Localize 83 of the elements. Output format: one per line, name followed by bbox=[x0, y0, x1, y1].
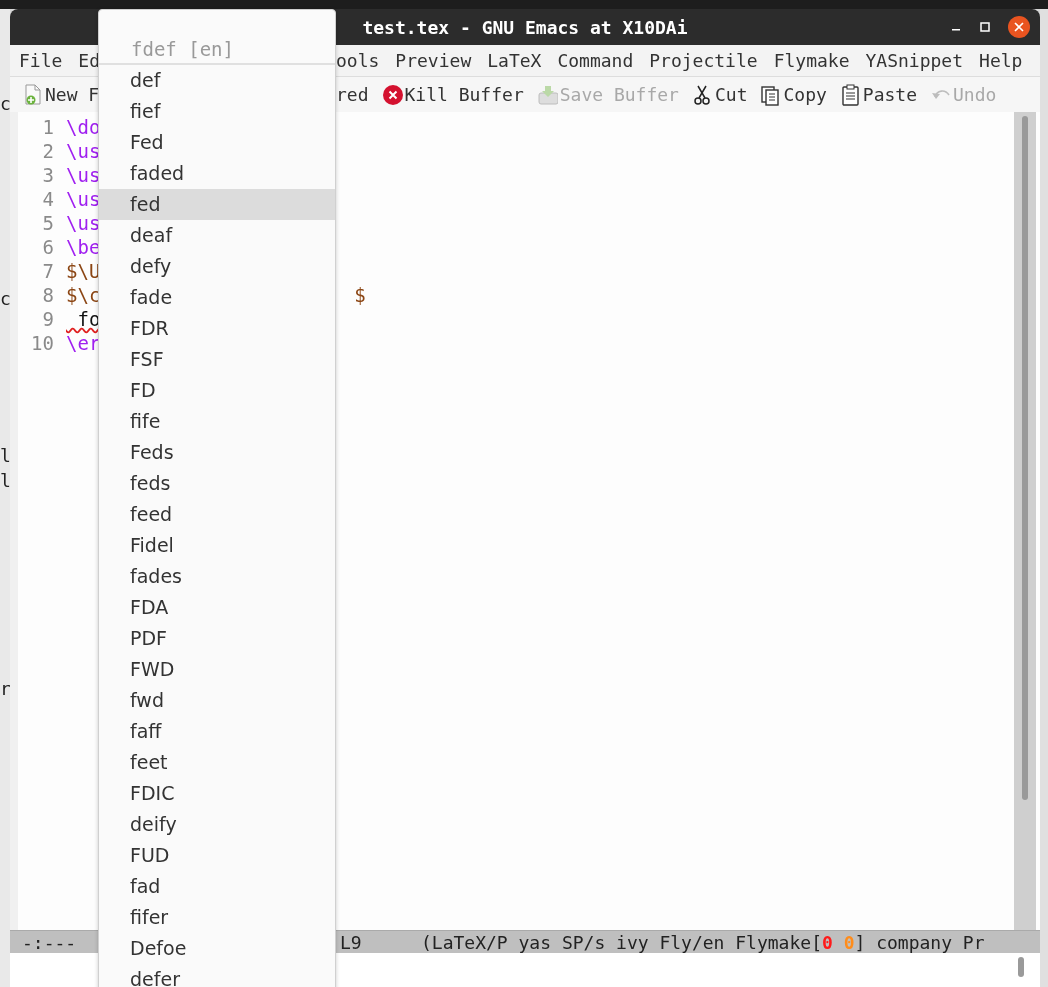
toolbar-button[interactable]: red bbox=[336, 84, 369, 105]
line-number: 8 bbox=[41, 283, 54, 307]
completion-item[interactable]: feed bbox=[99, 499, 335, 530]
close-icon[interactable] bbox=[1008, 16, 1030, 38]
completion-item[interactable]: faded bbox=[99, 158, 335, 189]
completion-item[interactable]: defer bbox=[99, 964, 335, 987]
line-number: 6 bbox=[41, 235, 54, 259]
completion-item[interactable]: Feds bbox=[99, 437, 335, 468]
completion-item[interactable]: FUD bbox=[99, 840, 335, 871]
line-number: 5 bbox=[41, 211, 54, 235]
line-position: L9 bbox=[340, 931, 363, 953]
completion-item[interactable]: FDA bbox=[99, 592, 335, 623]
menu-item[interactable]: ools bbox=[336, 50, 380, 71]
menu-item[interactable]: Flymake bbox=[773, 50, 850, 71]
completion-item[interactable]: fade bbox=[99, 282, 335, 313]
text-fragment: c bbox=[0, 93, 10, 115]
menu-item[interactable]: Command bbox=[557, 50, 634, 71]
code-text: \us bbox=[66, 211, 101, 235]
code-text: \us bbox=[66, 163, 101, 187]
completion-item[interactable]: def bbox=[99, 65, 335, 96]
completion-item[interactable]: Fidel bbox=[99, 530, 335, 561]
line-number: 2 bbox=[41, 139, 54, 163]
scissors-icon[interactable] bbox=[692, 83, 713, 106]
completion-item[interactable]: Defoe bbox=[99, 933, 335, 964]
code-text: $\c bbox=[66, 283, 101, 307]
completion-item[interactable]: defy bbox=[99, 251, 335, 282]
completion-item[interactable]: PDF bbox=[99, 623, 335, 654]
scrollbar[interactable] bbox=[1014, 112, 1036, 930]
line-number: 4 bbox=[41, 187, 54, 211]
menu-item[interactable]: Ed bbox=[78, 50, 101, 71]
completion-item[interactable]: fed bbox=[99, 189, 335, 220]
menu-item[interactable]: Projectile bbox=[649, 50, 758, 71]
completion-item[interactable]: FWD bbox=[99, 654, 335, 685]
menu-item[interactable]: YASnippet bbox=[865, 50, 964, 71]
line-number: 1 bbox=[41, 115, 54, 139]
maximize-icon[interactable] bbox=[979, 21, 991, 33]
completion-item[interactable]: feds bbox=[99, 468, 335, 499]
mode-list: (LaTeX/P yas SP/s ivy Fly/en Flymake[0 0] company Pr bbox=[421, 931, 985, 953]
scrollbar-thumb[interactable] bbox=[1018, 957, 1024, 977]
completion-item[interactable]: deaf bbox=[99, 220, 335, 251]
text-fragment: r bbox=[0, 678, 10, 700]
toolbar-button[interactable]: Paste bbox=[862, 84, 917, 105]
toolbar-button[interactable]: Kill Buffer bbox=[404, 84, 524, 105]
toolbar-button[interactable]: Copy bbox=[783, 84, 827, 105]
menu-item[interactable]: Help bbox=[979, 50, 1023, 71]
scrollbar-thumb[interactable] bbox=[1022, 116, 1028, 800]
completion-item[interactable]: fwd bbox=[99, 685, 335, 716]
completion-item[interactable]: Fed bbox=[99, 127, 335, 158]
menu-item[interactable]: File bbox=[19, 50, 63, 71]
completion-item[interactable]: FDIC bbox=[99, 778, 335, 809]
line-number: 10 bbox=[30, 331, 54, 355]
code-text: \do bbox=[66, 115, 101, 139]
completion-item[interactable]: fades bbox=[99, 561, 335, 592]
menu-item[interactable]: Preview bbox=[395, 50, 472, 71]
completion-item[interactable]: FDR bbox=[99, 313, 335, 344]
completion-item[interactable]: deify bbox=[99, 809, 335, 840]
code-text: \be bbox=[66, 235, 101, 259]
code-text: \us bbox=[66, 187, 101, 211]
code-text: $ bbox=[354, 283, 366, 307]
completion-item[interactable]: FSF bbox=[99, 344, 335, 375]
completion-item[interactable]: feet bbox=[99, 747, 335, 778]
completion-prefix: fdef [en] bbox=[99, 10, 335, 65]
line-number: 9 bbox=[41, 307, 54, 331]
text-fragment: l bbox=[0, 470, 10, 492]
menu-item[interactable]: LaTeX bbox=[487, 50, 542, 71]
toolbar-button[interactable]: New F bbox=[45, 84, 100, 105]
copy-icon[interactable] bbox=[761, 83, 782, 106]
toolbar-button[interactable]: Cut bbox=[714, 84, 748, 105]
completion-item[interactable]: fief bbox=[99, 96, 335, 127]
buffer-status: -:--- bbox=[22, 931, 77, 953]
code-text: \er bbox=[66, 331, 101, 355]
text-fragment: l bbox=[0, 445, 10, 467]
code-text: \us bbox=[66, 139, 101, 163]
completion-item[interactable]: faff bbox=[99, 716, 335, 747]
completion-item[interactable]: fad bbox=[99, 871, 335, 902]
completion-item[interactable]: fife bbox=[99, 406, 335, 437]
window-title: test.tex - GNU Emacs at X10DAi bbox=[362, 16, 688, 38]
completion-item[interactable]: fifer bbox=[99, 902, 335, 933]
line-number: 3 bbox=[41, 163, 54, 187]
line-number: 7 bbox=[41, 259, 54, 283]
completion-item[interactable]: FD bbox=[99, 375, 335, 406]
text-fragment: c bbox=[0, 288, 10, 310]
clipboard-icon[interactable] bbox=[840, 83, 861, 106]
